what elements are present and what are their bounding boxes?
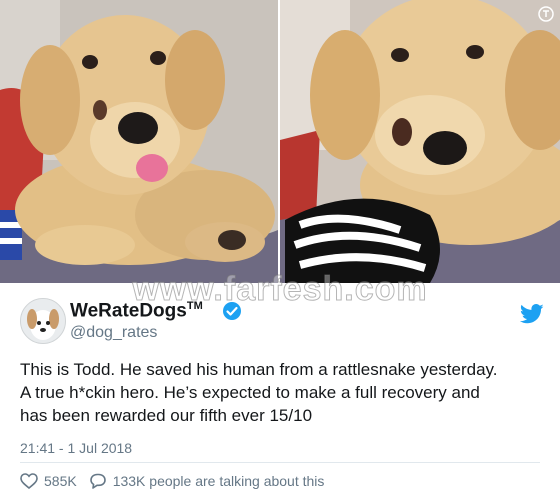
divider bbox=[20, 462, 540, 463]
conversation-link[interactable]: 133K people are talking about this bbox=[89, 473, 325, 489]
tweet-text: This is Todd. He saved his human from a … bbox=[20, 358, 550, 427]
tweet-line: A true h*ckin hero. He’s expected to mak… bbox=[20, 383, 480, 402]
heart-icon bbox=[20, 473, 38, 489]
display-name-text[interactable]: WeRateDogs bbox=[70, 300, 187, 321]
like-button[interactable]: 585K bbox=[20, 473, 77, 489]
tweet-line: This is Todd. He saved his human from a … bbox=[20, 360, 498, 379]
tweet-actions: 585K 133K people are talking about this bbox=[20, 470, 324, 492]
tweet-timestamp[interactable]: 21:41 - 1 Jul 2018 bbox=[20, 440, 132, 456]
verified-badge-icon bbox=[223, 302, 241, 320]
trademark-mark: TM bbox=[186, 300, 203, 312]
comment-icon bbox=[89, 473, 106, 489]
dog-photo-right[interactable] bbox=[280, 0, 560, 283]
dog-photo-left[interactable] bbox=[0, 0, 278, 283]
avatar[interactable] bbox=[20, 298, 66, 344]
talking-count: 133K people are talking about this bbox=[112, 473, 325, 489]
tweet-header: WeRateDogsTM @dog_rates bbox=[20, 298, 548, 346]
dog-avatar-icon bbox=[21, 299, 65, 343]
like-count: 585K bbox=[44, 473, 77, 489]
twitter-bird-icon[interactable] bbox=[520, 304, 544, 324]
display-name[interactable]: WeRateDogsTM bbox=[70, 300, 203, 322]
handle[interactable]: @dog_rates bbox=[70, 324, 157, 342]
tweet-line: has been rewarded our fifth ever 15/10 bbox=[20, 406, 313, 425]
tweet-photos bbox=[0, 0, 560, 283]
photo-watermark-icon bbox=[538, 6, 554, 22]
